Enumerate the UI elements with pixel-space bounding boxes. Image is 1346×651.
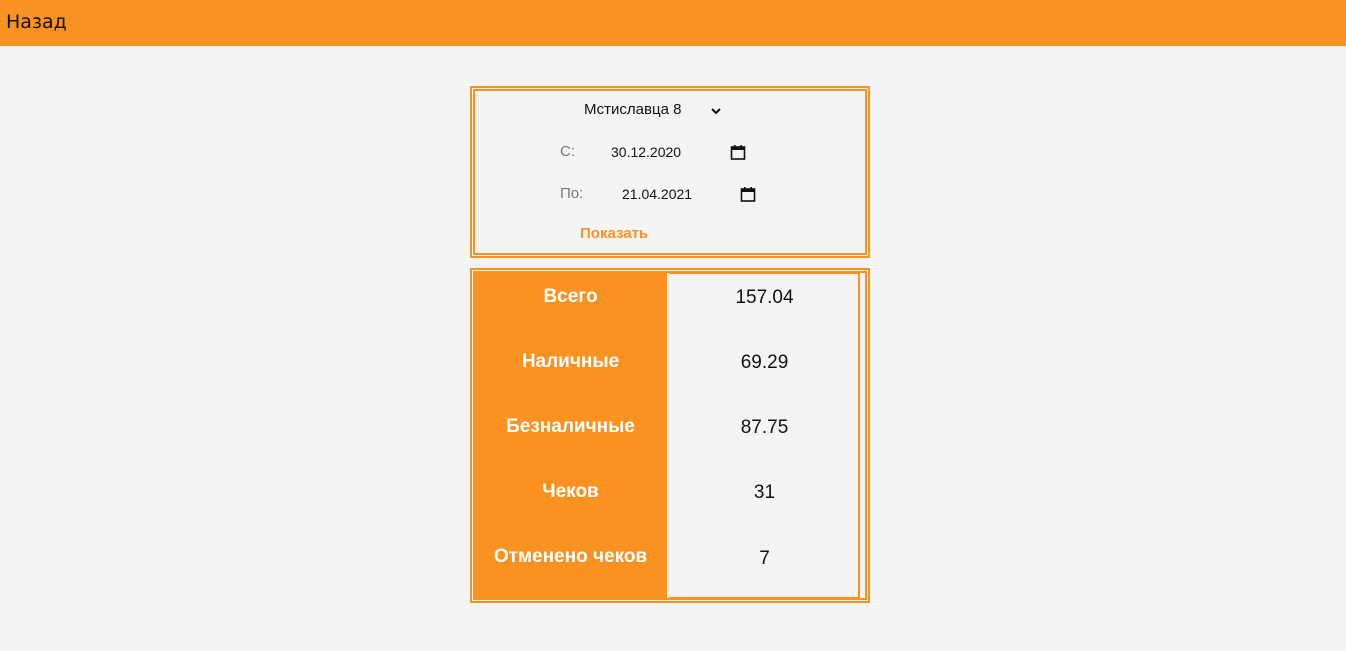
chevron-down-icon bbox=[711, 108, 721, 115]
calendar-icon[interactable] bbox=[740, 186, 756, 202]
to-label: По: bbox=[560, 185, 584, 202]
back-link[interactable]: Назад bbox=[6, 11, 67, 33]
to-date-input[interactable]: 21.04.2021 bbox=[622, 186, 692, 202]
stat-label-cashless: Безналичные bbox=[506, 416, 635, 437]
calendar-icon[interactable] bbox=[730, 144, 746, 160]
stat-value-cashless: 87.75 bbox=[740, 417, 789, 438]
stat-value-cash: 69.29 bbox=[740, 352, 789, 373]
stat-label-cash: Наличные bbox=[521, 351, 620, 372]
stat-label-total: Всего bbox=[543, 286, 598, 307]
store-select[interactable]: Мстиславца 8 bbox=[579, 100, 729, 122]
from-date-input[interactable]: 30.12.2020 bbox=[611, 144, 681, 160]
store-select-value: Мстиславца 8 bbox=[584, 101, 682, 118]
stat-value-total: 157.04 bbox=[735, 287, 794, 308]
stat-label-receipts: Чеков bbox=[542, 481, 599, 502]
top-bar: Назад bbox=[0, 0, 1346, 46]
show-button[interactable]: Показать bbox=[580, 225, 648, 242]
stat-value-receipts: 31 bbox=[753, 482, 776, 503]
stat-value-cancelled: 7 bbox=[759, 548, 770, 569]
from-label: С: bbox=[560, 143, 575, 160]
stat-label-cancelled: Отменено чеков bbox=[493, 546, 648, 567]
